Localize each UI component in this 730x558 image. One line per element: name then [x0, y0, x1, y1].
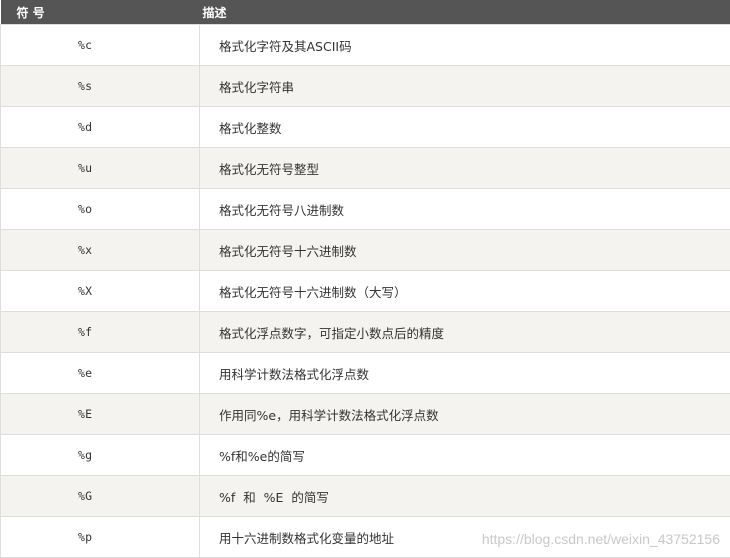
- symbol-cell: %p: [0, 516, 200, 558]
- table-row: %g %f和%e的简写: [0, 434, 730, 476]
- description-cell: 格式化浮点数字，可指定小数点后的精度: [199, 311, 730, 353]
- symbol-cell: %g: [0, 434, 200, 476]
- description-cell: 格式化字符及其ASCII码: [199, 24, 730, 66]
- description-cell: 用科学计数法格式化浮点数: [199, 352, 730, 394]
- symbol-cell: %o: [0, 188, 200, 230]
- table-row: %x 格式化无符号十六进制数: [0, 229, 730, 271]
- symbol-cell: %c: [0, 24, 200, 66]
- format-symbols-table: 符 号 描述 %c 格式化字符及其ASCII码 %s 格式化字符串 %d 格式化…: [0, 0, 730, 558]
- description-cell: 格式化整数: [199, 106, 730, 148]
- symbol-cell: %s: [0, 65, 200, 107]
- symbol-cell: %x: [0, 229, 200, 271]
- description-cell: 格式化无符号八进制数: [199, 188, 730, 230]
- description-cell: 格式化字符串: [199, 65, 730, 107]
- table-row: %p 用十六进制数格式化变量的地址: [0, 516, 730, 558]
- table-row: %u 格式化无符号整型: [0, 147, 730, 189]
- table-row: %f 格式化浮点数字，可指定小数点后的精度: [0, 311, 730, 353]
- description-cell: %f 和 %E 的简写: [199, 475, 730, 517]
- symbol-cell: %E: [0, 393, 200, 435]
- table-row: %d 格式化整数: [0, 106, 730, 148]
- table-row: %G %f 和 %E 的简写: [0, 475, 730, 517]
- description-cell: 格式化无符号整型: [199, 147, 730, 189]
- symbol-cell: %u: [0, 147, 200, 189]
- table-header: 符 号 描述: [0, 0, 730, 25]
- table-row: %o 格式化无符号八进制数: [0, 188, 730, 230]
- symbol-cell: %X: [0, 270, 200, 312]
- symbol-cell: %G: [0, 475, 200, 517]
- table-row: %X 格式化无符号十六进制数（大写）: [0, 270, 730, 312]
- table-row: %e 用科学计数法格式化浮点数: [0, 352, 730, 394]
- symbol-cell: %d: [0, 106, 200, 148]
- table-row: %E 作用同%e，用科学计数法格式化浮点数: [0, 393, 730, 435]
- table-row: %c 格式化字符及其ASCII码: [0, 24, 730, 66]
- description-cell: 用十六进制数格式化变量的地址: [199, 516, 730, 558]
- symbol-cell: %f: [0, 311, 200, 353]
- table-body: %c 格式化字符及其ASCII码 %s 格式化字符串 %d 格式化整数 %u 格…: [0, 24, 730, 558]
- header-description: 描述: [199, 0, 730, 25]
- table-row: %s 格式化字符串: [0, 65, 730, 107]
- description-cell: 作用同%e，用科学计数法格式化浮点数: [199, 393, 730, 435]
- description-cell: 格式化无符号十六进制数（大写）: [199, 270, 730, 312]
- description-cell: 格式化无符号十六进制数: [199, 229, 730, 271]
- symbol-cell: %e: [0, 352, 200, 394]
- description-cell: %f和%e的简写: [199, 434, 730, 476]
- header-row: 符 号 描述: [0, 0, 730, 25]
- header-symbol: 符 号: [0, 0, 200, 25]
